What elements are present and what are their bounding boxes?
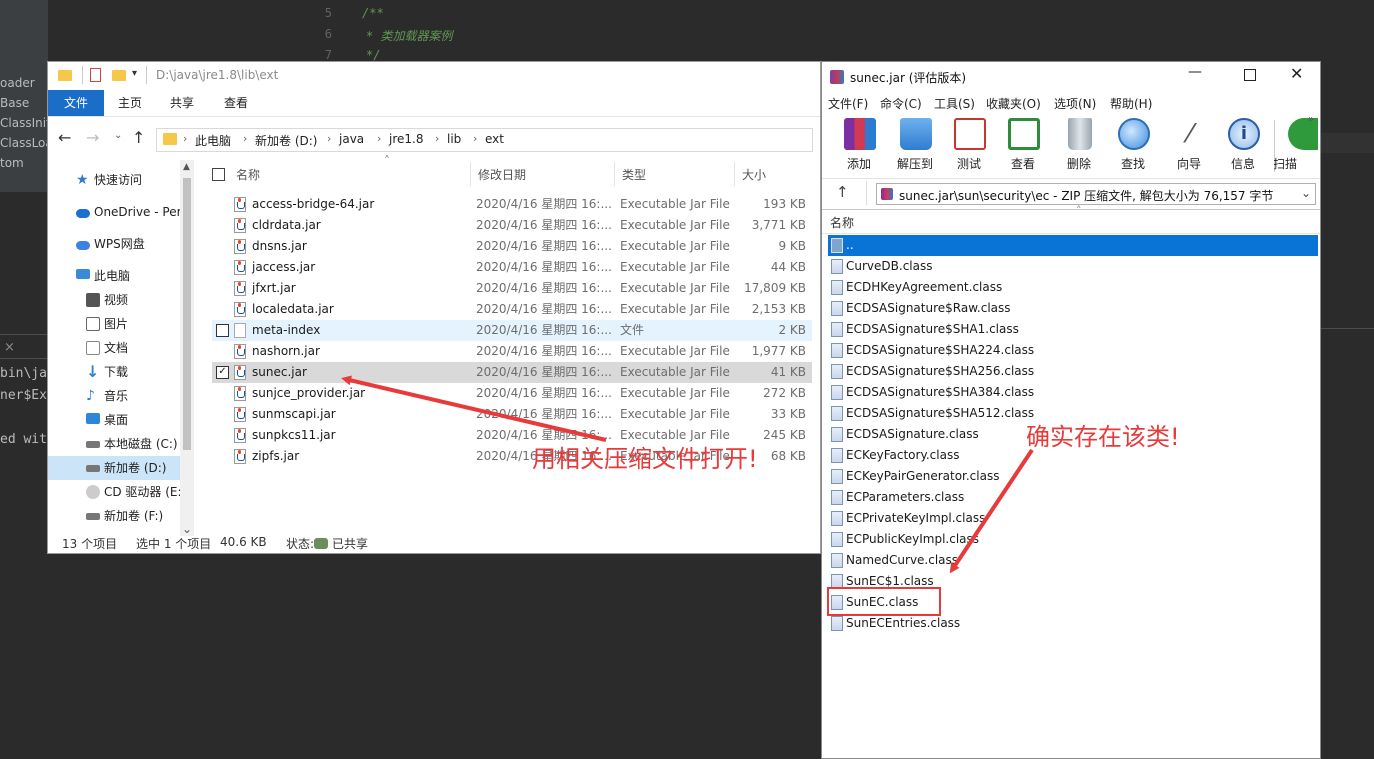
annotation-arrows [341, 375, 1034, 574]
arrow-to-sunec-jar [341, 375, 607, 442]
arrow-to-sunec-class [949, 448, 1034, 574]
